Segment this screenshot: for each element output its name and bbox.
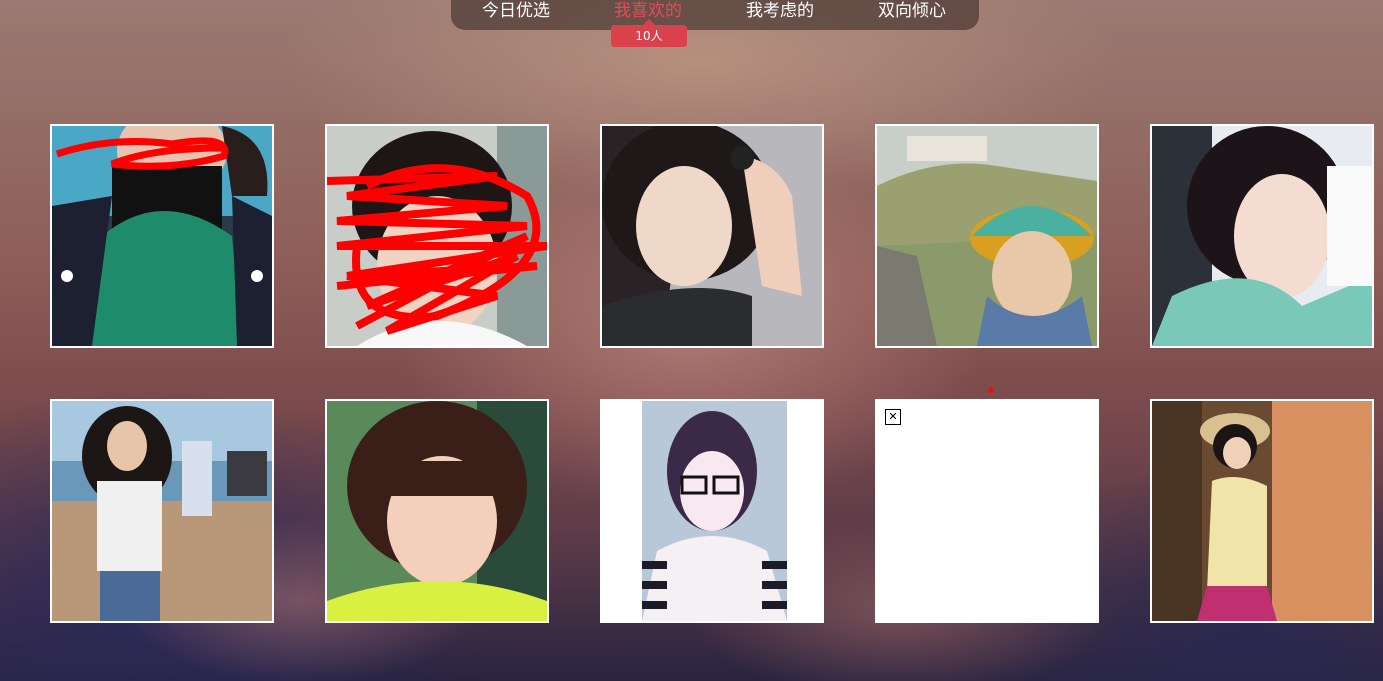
profile-photo-card-broken[interactable]: ✕ bbox=[875, 399, 1099, 623]
profile-photo-card[interactable] bbox=[50, 124, 274, 348]
profile-photo-card[interactable] bbox=[875, 124, 1099, 348]
profile-photo bbox=[327, 401, 547, 621]
broken-image-icon: ✕ bbox=[885, 409, 901, 425]
profile-photo bbox=[877, 126, 1097, 346]
profile-photo bbox=[52, 401, 272, 621]
profile-photo-card[interactable] bbox=[325, 399, 549, 623]
profile-photo bbox=[602, 126, 822, 346]
red-dot-marker bbox=[988, 387, 994, 393]
tab-considering[interactable]: 我考虑的 bbox=[746, 0, 814, 24]
profile-photo bbox=[52, 126, 272, 346]
profile-photo-card[interactable] bbox=[1150, 124, 1374, 348]
profile-photo bbox=[1152, 401, 1372, 621]
profile-photo-card[interactable] bbox=[50, 399, 274, 623]
profile-photo-card[interactable] bbox=[1150, 399, 1374, 623]
top-tab-bar: 今日优选 我喜欢的 我考虑的 双向倾心 bbox=[451, 0, 979, 30]
profile-photo bbox=[1152, 126, 1372, 346]
tab-today-picks[interactable]: 今日优选 bbox=[482, 0, 550, 24]
liked-count-badge: 10人 bbox=[611, 19, 687, 47]
profile-photo-card[interactable] bbox=[600, 124, 824, 348]
profile-photo bbox=[602, 401, 822, 621]
profile-photo-card[interactable] bbox=[325, 124, 549, 348]
tab-mutual[interactable]: 双向倾心 bbox=[878, 0, 946, 24]
profile-photo bbox=[327, 126, 547, 346]
profile-photo-card[interactable] bbox=[600, 399, 824, 623]
